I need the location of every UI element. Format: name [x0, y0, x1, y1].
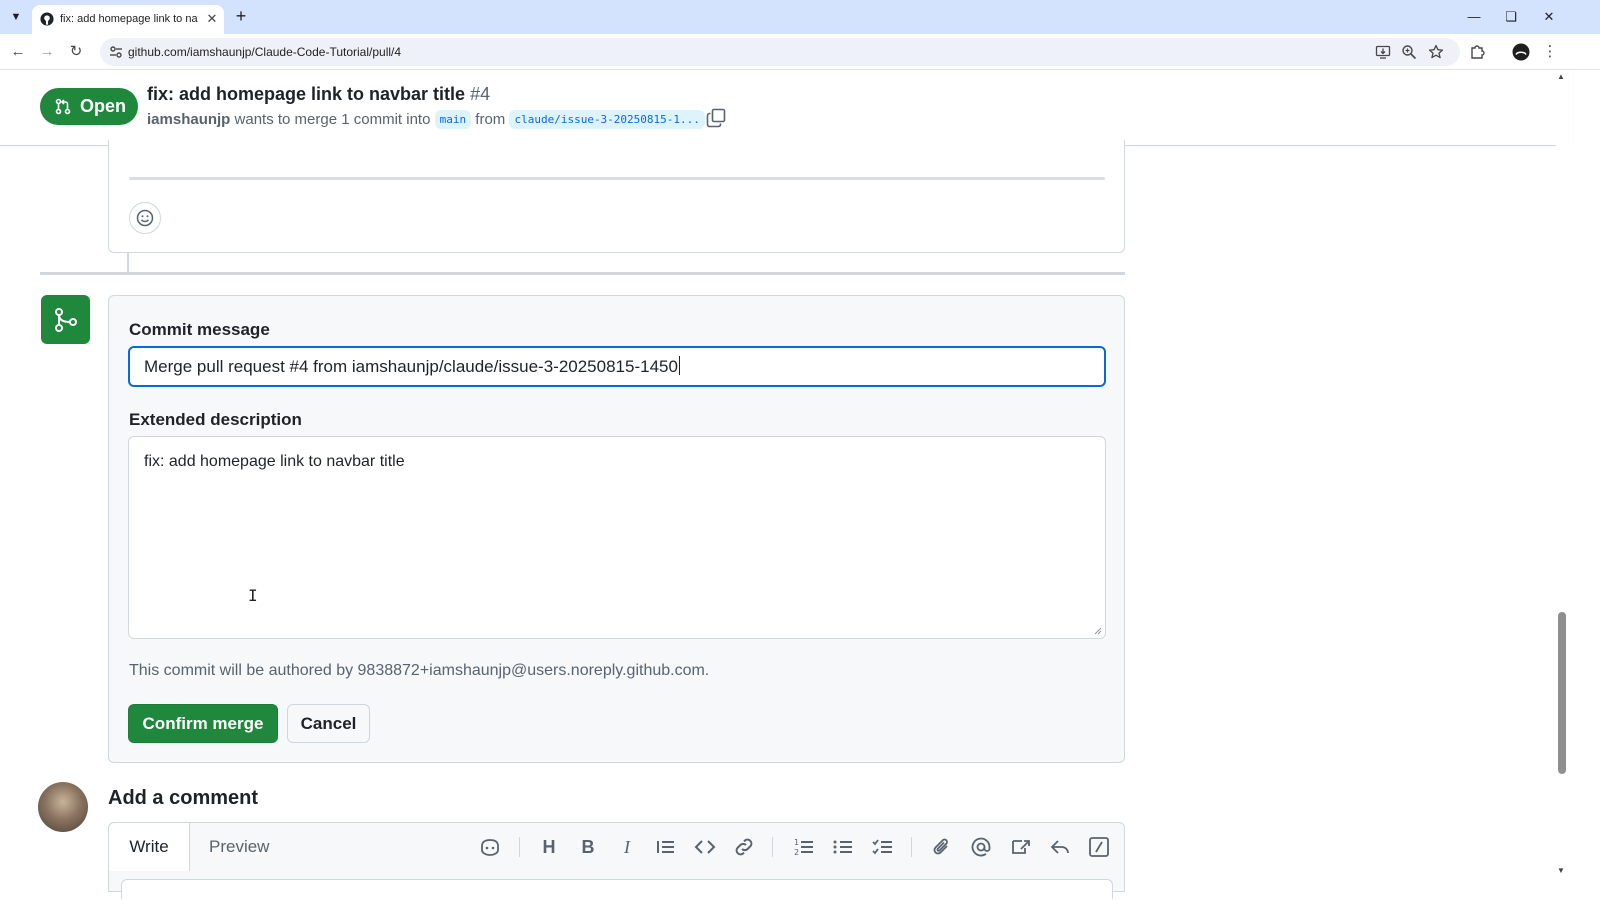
resize-grip-icon[interactable]: [1094, 627, 1102, 635]
site-info-tune-icon[interactable]: [108, 44, 124, 60]
tab-write[interactable]: Write: [108, 822, 190, 871]
avatar[interactable]: [38, 782, 88, 832]
pr-state-label: Open: [80, 96, 127, 116]
merge-status-icon-badge: [41, 295, 90, 344]
url-text: github.com/iamshaunjp/Claude-Code-Tutori…: [128, 45, 402, 59]
back-arrow-icon[interactable]: ←: [8, 42, 28, 62]
pr-meta-line: iamshaunjp wants to merge 1 commit into …: [147, 110, 705, 129]
extended-description-value: fix: add homepage link to navbar title: [144, 453, 405, 470]
toolbar-separator: [519, 837, 520, 857]
close-window-icon[interactable]: ✕: [1540, 8, 1558, 26]
scrollbar-thumb[interactable]: [1558, 612, 1566, 774]
commit-message-value: Merge pull request #4 from iamshaunjp/cl…: [144, 357, 678, 376]
scroll-down-arrow-icon[interactable]: ▼: [1557, 866, 1565, 875]
heading-icon[interactable]: H: [537, 835, 561, 859]
head-branch-label[interactable]: claude/issue-3-20250815-1...: [509, 110, 705, 129]
merge-commit-form: Commit message Merge pull request #4 fro…: [108, 295, 1125, 763]
address-bar[interactable]: github.com/iamshaunjp/Claude-Code-Tutori…: [100, 38, 1460, 66]
browser-tab-active[interactable]: fix: add homepage link to navbar title ✕: [32, 5, 224, 34]
tab-title: fix: add homepage link to navbar title: [60, 13, 198, 25]
quote-icon[interactable]: [654, 835, 678, 859]
browser-tab-bar: ▼ fix: add homepage link to navbar title…: [0, 0, 1600, 34]
pr-state-badge: Open: [40, 88, 138, 125]
add-comment-heading: Add a comment: [108, 787, 259, 809]
bold-icon[interactable]: B: [576, 835, 600, 859]
svg-text:2: 2: [794, 848, 799, 857]
mention-at-icon[interactable]: [969, 835, 993, 859]
attach-paperclip-icon[interactable]: [930, 835, 954, 859]
timeline-connector: [127, 253, 129, 273]
profile-avatar-icon[interactable]: [1511, 42, 1531, 62]
base-branch-label[interactable]: main: [434, 110, 472, 129]
copilot-icon[interactable]: [478, 835, 502, 859]
text-caret: [678, 356, 680, 375]
commit-message-label: Commit message: [129, 320, 270, 339]
ordered-list-icon[interactable]: 12: [792, 835, 816, 859]
comment-textarea[interactable]: [121, 879, 1113, 899]
toolbar-separator: [911, 837, 912, 857]
previous-comment-box: [108, 140, 1125, 253]
svg-text:1: 1: [794, 838, 799, 847]
new-tab-plus-icon[interactable]: +: [232, 7, 250, 25]
pr-meta-text: wants to merge 1 commit into: [234, 111, 431, 128]
comment-divider: [129, 177, 1105, 180]
comment-editor: Write Preview H B I 12: [108, 822, 1125, 899]
pr-sticky-header: Open fix: add homepage link to navbar ti…: [0, 70, 1568, 146]
slash-commands-icon[interactable]: [1087, 835, 1111, 859]
tab-preview[interactable]: Preview: [209, 837, 269, 857]
reload-icon[interactable]: ↻: [66, 42, 86, 62]
commit-author-note: This commit will be authored by 9838872+…: [129, 662, 710, 679]
browser-toolbar: ← → ↻ github.com/iamshaunjp/Claude-Code-…: [0, 34, 1600, 70]
forward-arrow-icon[interactable]: →: [37, 42, 57, 62]
browser-menu-kebab-icon[interactable]: ⋮: [1540, 42, 1560, 62]
install-app-icon[interactable]: [1375, 44, 1391, 60]
zoom-icon[interactable]: [1401, 44, 1417, 60]
smiley-icon: [136, 209, 154, 227]
unordered-list-icon[interactable]: [831, 835, 855, 859]
pr-meta-from: from: [475, 111, 506, 128]
minimize-window-icon[interactable]: —: [1465, 8, 1483, 26]
mouse-ibeam-cursor-icon: I: [248, 586, 258, 605]
pr-title-text: fix: add homepage link to navbar title: [147, 84, 466, 104]
add-reaction-button[interactable]: [129, 202, 161, 234]
commit-message-input[interactable]: Merge pull request #4 from iamshaunjp/cl…: [128, 346, 1106, 387]
timeline-break-divider: [40, 272, 1125, 275]
tab-list-chevron-icon[interactable]: ▼: [8, 9, 24, 25]
cross-reference-icon[interactable]: [1009, 835, 1033, 859]
copy-branch-icon[interactable]: [706, 108, 726, 128]
toolbar-separator: [772, 837, 773, 857]
extensions-puzzle-icon[interactable]: [1468, 42, 1488, 62]
italic-icon[interactable]: I: [615, 835, 639, 859]
task-list-icon[interactable]: [871, 835, 895, 859]
tab-close-icon[interactable]: ✕: [204, 11, 220, 27]
saved-reply-icon[interactable]: [1048, 835, 1072, 859]
git-pull-request-icon: [55, 98, 71, 115]
bookmark-star-icon[interactable]: [1428, 44, 1444, 60]
restore-window-icon[interactable]: ❏: [1502, 8, 1520, 26]
pr-title[interactable]: fix: add homepage link to navbar title #4: [147, 84, 490, 105]
extended-description-textarea[interactable]: fix: add homepage link to navbar title: [128, 436, 1106, 639]
link-icon[interactable]: [732, 835, 756, 859]
cancel-button[interactable]: Cancel: [287, 704, 370, 743]
scroll-up-arrow-icon[interactable]: ▲: [1557, 72, 1565, 81]
github-favicon-icon: [40, 12, 54, 26]
pr-number: #4: [470, 84, 491, 104]
confirm-merge-button[interactable]: Confirm merge: [128, 704, 278, 743]
git-merge-icon: [55, 308, 77, 332]
code-icon[interactable]: [693, 835, 717, 859]
pr-author-link[interactable]: iamshaunjp: [147, 111, 230, 128]
extended-description-label: Extended description: [129, 410, 302, 429]
